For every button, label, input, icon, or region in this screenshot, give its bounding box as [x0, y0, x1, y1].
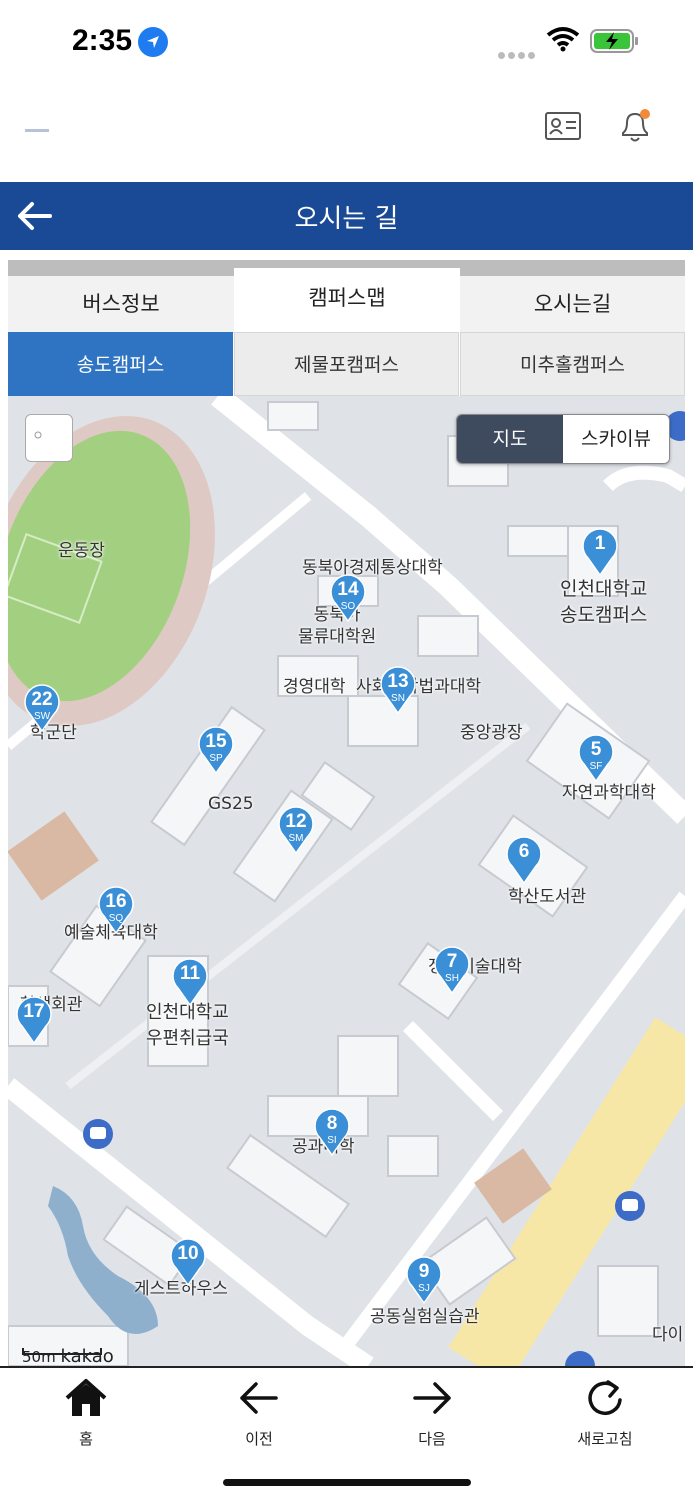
map-label-university: 인천대학교 송도캠퍼스	[560, 578, 648, 626]
nav-back-button[interactable]: 이전	[199, 1376, 319, 1449]
tab-bus-info[interactable]: 버스정보	[8, 276, 234, 333]
nav-home-label: 홈	[79, 1430, 93, 1448]
map-label-stadium: 운동장	[58, 541, 105, 561]
map-pin-6[interactable]: 6	[506, 836, 542, 884]
tab-jemulpo-campus[interactable]: 제물포캠퍼스	[234, 332, 459, 396]
map-pin-11[interactable]: 11	[172, 958, 208, 1006]
campus-tabs: 송도캠퍼스 제물포캠퍼스 미추홀캠퍼스	[8, 332, 685, 396]
location-arrow-icon	[138, 27, 168, 57]
skyview-button[interactable]: 스카이뷰	[563, 415, 669, 463]
map-pin-8[interactable]: 8 SI	[314, 1108, 350, 1156]
map-label-lab: 공동실험실습관	[370, 1307, 480, 1327]
map-view-button[interactable]: 지도	[457, 415, 563, 463]
notification-bell-icon[interactable]	[618, 108, 652, 144]
home-indicator	[223, 1479, 471, 1486]
map-label-gs25: GS25	[208, 794, 254, 814]
status-bar: 2:35	[0, 0, 693, 84]
map-label-post-office: 인천대학교 우편취급국	[146, 1002, 229, 1049]
app-header	[0, 84, 693, 182]
nav-back-label: 이전	[245, 1430, 273, 1448]
map-label-plaza: 중앙광장	[460, 723, 523, 743]
map-pin-10[interactable]: 10	[170, 1238, 206, 1286]
nav-forward-button[interactable]: 다음	[372, 1376, 492, 1449]
map-label-library: 학산도서관	[508, 887, 587, 907]
page-title: 오시는 길	[294, 204, 399, 234]
nav-home-button[interactable]: 홈	[26, 1376, 146, 1449]
wifi-icon	[546, 27, 580, 52]
map-pin-14[interactable]: 14 SO	[330, 574, 366, 622]
map-pin-7[interactable]: 7 SH	[434, 946, 470, 994]
refresh-icon	[588, 1380, 622, 1416]
map-pin-17[interactable]: 17	[16, 996, 52, 1044]
campus-map[interactable]: 지도 스카이뷰 운동장 동북아경제통상대학 동북아 물류대학원 인천대학교 송도…	[8, 396, 685, 1366]
battery-icon	[590, 29, 638, 53]
nav-forward-label: 다음	[418, 1430, 446, 1448]
nav-refresh-button[interactable]: 새로고침	[545, 1376, 665, 1449]
map-scale: 50m kakao	[22, 1346, 114, 1366]
tab-campus-map[interactable]: 캠퍼스맵	[234, 268, 460, 332]
id-card-icon[interactable]	[545, 112, 581, 140]
map-pin-16[interactable]: 16 SQ	[98, 886, 134, 934]
map-pin-15[interactable]: 15 SP	[198, 726, 234, 774]
map-label-business: 경영대학	[283, 677, 346, 697]
signal-icon	[498, 44, 538, 63]
map-pin-22[interactable]: 22 SW	[24, 684, 60, 732]
arrow-left-icon	[240, 1382, 278, 1414]
home-icon	[65, 1379, 107, 1416]
map-pin-13[interactable]: 13 SN	[380, 666, 416, 714]
map-label-social-law: 사회과학법과대학	[356, 677, 482, 697]
map-label-neea: 동북아경제통상대학	[302, 558, 443, 578]
map-label-daily: 다이	[652, 1325, 684, 1345]
map-pin-1[interactable]: 1	[582, 528, 618, 576]
map-view-toggle[interactable]: 지도 스카이뷰	[456, 414, 670, 464]
map-pin-12[interactable]: 12 SM	[278, 806, 314, 854]
nav-refresh-label: 새로고침	[577, 1430, 633, 1448]
compass-button[interactable]	[25, 414, 73, 462]
arrow-right-icon	[413, 1382, 451, 1414]
app-logo	[25, 128, 49, 134]
tab-songdo-campus[interactable]: 송도캠퍼스	[8, 332, 233, 396]
map-pin-9[interactable]: 9 SJ	[406, 1256, 442, 1304]
tab-michuhol-campus[interactable]: 미추홀캠퍼스	[460, 332, 685, 396]
section-tabs: 버스정보 캠퍼스맵 오시는길	[8, 268, 685, 333]
clock: 2:35	[72, 24, 133, 57]
tab-directions[interactable]: 오시는길	[460, 276, 685, 333]
map-pin-5[interactable]: 5 SF	[578, 734, 614, 782]
